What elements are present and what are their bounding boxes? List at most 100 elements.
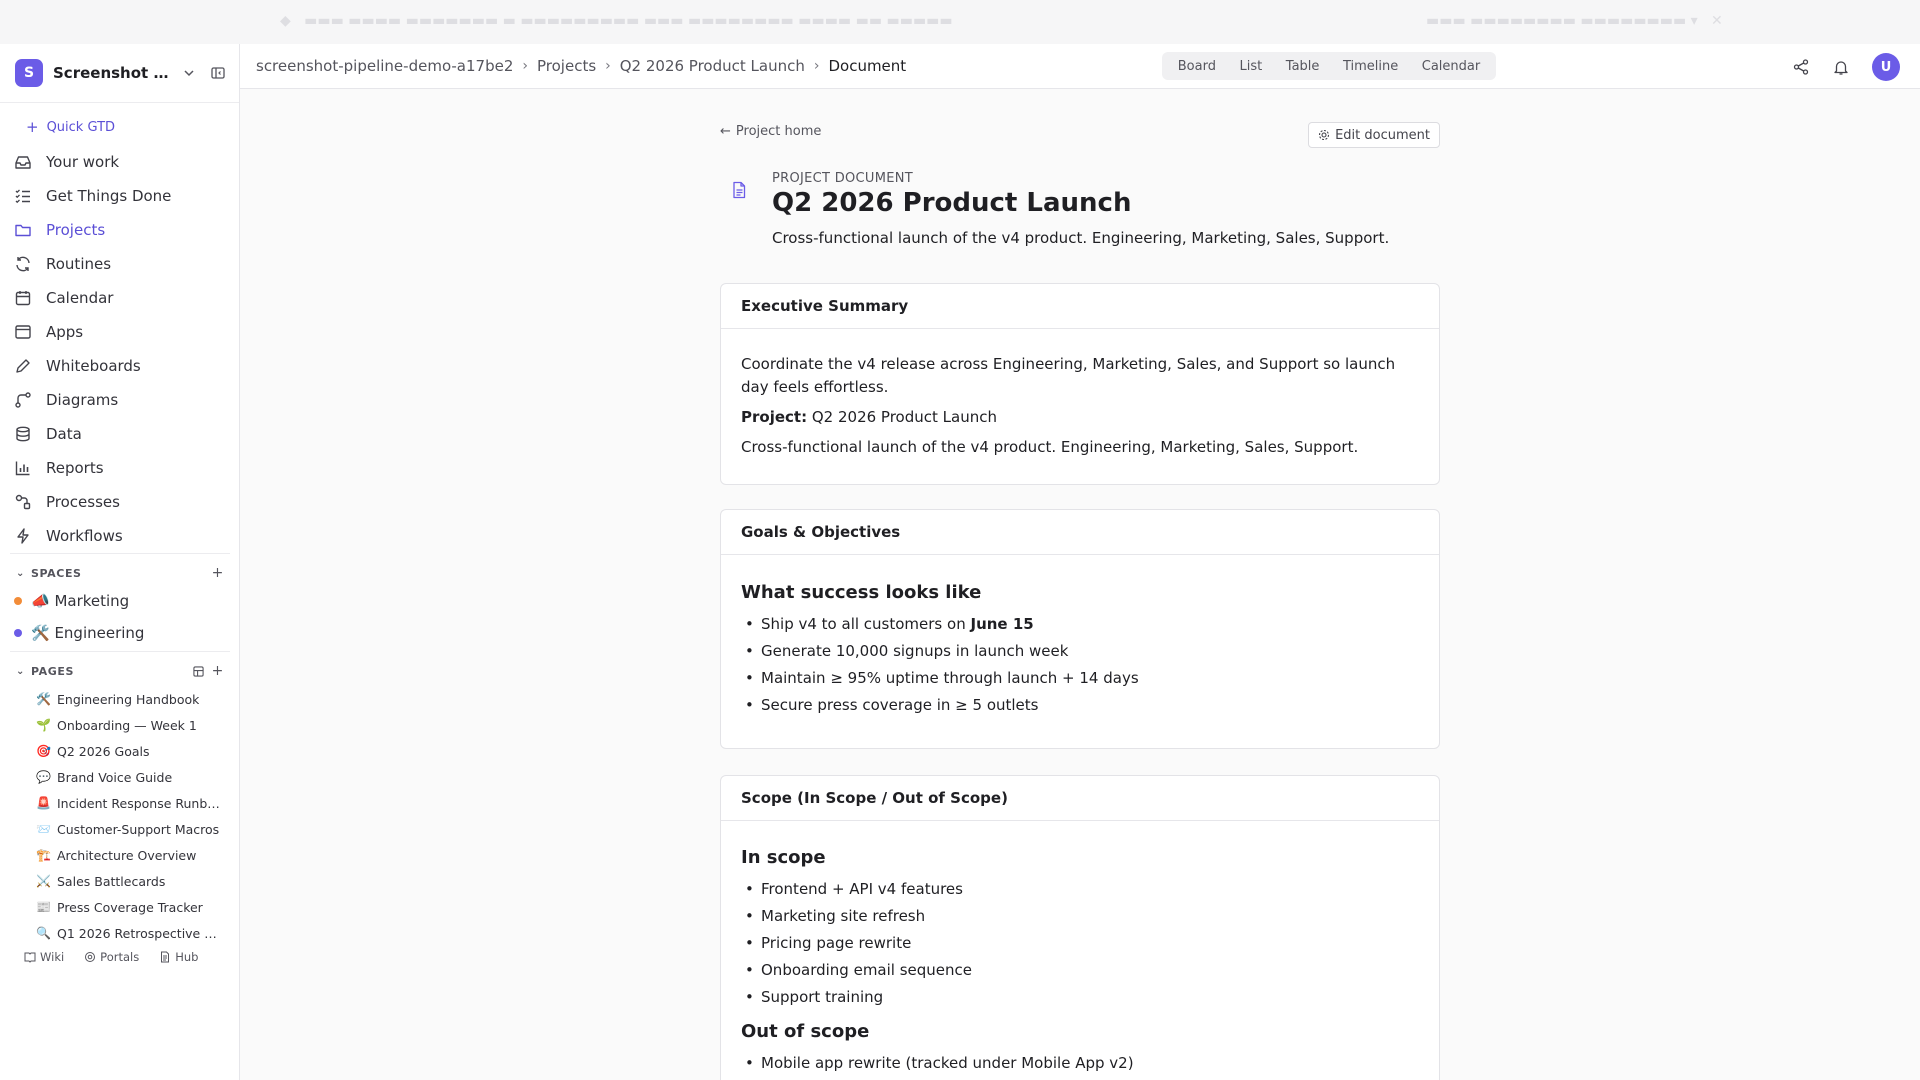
workspace-logo: S (15, 59, 43, 87)
database-icon (16, 426, 30, 442)
page-emoji-icon: 🛠️ (36, 692, 51, 706)
nav-label: Whiteboards (46, 357, 141, 375)
nav-workflows[interactable]: Workflows (14, 519, 234, 553)
bottom-links: Wiki Portals Hub (24, 950, 198, 964)
view-tab-board[interactable]: Board (1178, 59, 1216, 74)
share-icon[interactable] (1792, 58, 1810, 76)
chevron-down-icon[interactable] (181, 65, 197, 81)
space-color-dot (14, 597, 22, 605)
item-text: Ship v4 to all customers on (761, 615, 966, 633)
bell-icon[interactable] (1832, 58, 1850, 76)
nav-label: Routines (46, 255, 112, 273)
nav-label: Diagrams (46, 391, 119, 409)
spaces-header[interactable]: ⌄ SPACES + (16, 565, 224, 581)
nav-get-things-done[interactable]: Get Things Done (14, 179, 234, 213)
avatar[interactable]: U (1872, 53, 1900, 81)
quick-gtd-label: Quick GTD (46, 119, 116, 135)
workspace-switcher[interactable]: S Screenshot Pi... (15, 59, 230, 87)
card-body: Coordinate the v4 release across Enginee… (721, 329, 1439, 484)
sidebar: S Screenshot Pi... + Quick GTD Your work… (0, 44, 240, 1080)
main-nav: Your work Get Things Done Projects Routi… (14, 145, 234, 553)
add-page-button[interactable]: + (212, 663, 224, 679)
list-item: Ship v4 to all customers on June 15 (741, 611, 1419, 638)
nav-whiteboards[interactable]: Whiteboards (14, 349, 234, 383)
executive-summary-card: Executive Summary Coordinate the v4 rele… (720, 283, 1440, 485)
goals-list: Ship v4 to all customers on June 15 Gene… (741, 611, 1419, 719)
folder-icon (15, 224, 31, 237)
nav-diagrams[interactable]: Diagrams (14, 383, 234, 417)
page-item[interactable]: 🚨 Incident Response Runbook (36, 790, 226, 816)
pages-header[interactable]: ⌄ PAGES + (16, 663, 224, 679)
project-home-link[interactable]: ← Project home (720, 124, 821, 139)
top-header: screenshot-pipeline-demo-a17be2 › Projec… (240, 44, 1920, 89)
page-item[interactable]: 🏗️ Architecture Overview (36, 842, 226, 868)
card-title: Goals & Objectives (721, 510, 1439, 555)
nav-label: Workflows (46, 527, 123, 545)
nav-your-work[interactable]: Your work (14, 145, 234, 179)
page-emoji-icon: 🏗️ (36, 848, 51, 862)
page-item[interactable]: 🛠️ Engineering Handbook (36, 686, 226, 712)
page-item[interactable]: 📨 Customer-Support Macros (36, 816, 226, 842)
wiki-label: Wiki (40, 950, 65, 964)
project-home-label: Project home (735, 124, 822, 139)
list-item: Generate 10,000 signups in launch week (741, 638, 1419, 665)
breadcrumb-current: Document (828, 57, 907, 75)
nav-processes[interactable]: Processes (14, 485, 234, 519)
inbox-icon (15, 156, 31, 169)
page-emoji-icon: 📰 (36, 900, 51, 914)
arrow-left-icon: ← (720, 124, 731, 139)
nav-projects[interactable]: Projects (14, 213, 234, 247)
add-space-button[interactable]: + (212, 565, 224, 581)
templates-icon[interactable] (193, 665, 204, 677)
page-emoji-icon: 🎯 (36, 744, 51, 758)
quick-gtd-button[interactable]: + Quick GTD (26, 118, 115, 136)
wiki-link[interactable]: Wiki (24, 950, 64, 964)
nav-data[interactable]: Data (14, 417, 234, 451)
document-subtitle: Cross-functional launch of the v4 produc… (772, 229, 1390, 247)
sidebar-collapse-icon[interactable] (210, 65, 226, 81)
plus-icon: + (26, 118, 39, 136)
page-item[interactable]: 🔍 Q1 2026 Retrospective N... (36, 920, 226, 946)
page-item[interactable]: ⚔️ Sales Battlecards (36, 868, 226, 894)
workspace-name: Screenshot Pi... (53, 64, 171, 82)
page-label: Engineering Handbook (57, 691, 200, 707)
space-color-dot (14, 629, 22, 637)
document-icon (161, 951, 170, 963)
nav-routines[interactable]: Routines (14, 247, 234, 281)
page-label: Q2 2026 Goals (57, 743, 150, 759)
hub-link[interactable]: Hub (159, 950, 198, 964)
breadcrumb-project[interactable]: Q2 2026 Product Launch (620, 57, 805, 75)
paragraph: Coordinate the v4 release across Enginee… (741, 355, 1396, 396)
page-item[interactable]: 💬 Brand Voice Guide (36, 764, 226, 790)
page-label: Press Coverage Tracker (57, 899, 203, 915)
portals-link[interactable]: Portals (84, 950, 139, 964)
nav-reports[interactable]: Reports (14, 451, 234, 485)
nav-calendar[interactable]: Calendar (14, 281, 234, 315)
view-tab-table[interactable]: Table (1286, 59, 1320, 74)
page-emoji-icon: 📨 (36, 822, 51, 836)
nav-apps[interactable]: Apps (14, 315, 234, 349)
book-icon (24, 952, 36, 963)
project-line: Project: Q2 2026 Product Launch (741, 406, 1419, 429)
refresh-icon (16, 256, 30, 272)
view-tab-timeline[interactable]: Timeline (1343, 59, 1398, 74)
page-item[interactable]: 🎯 Q2 2026 Goals (36, 738, 226, 764)
portals-label: Portals (100, 950, 140, 964)
page-emoji-icon: 🌱 (36, 718, 51, 732)
nav-label: Apps (46, 323, 84, 341)
space-marketing[interactable]: 📣 Marketing (14, 589, 129, 613)
breadcrumb-projects[interactable]: Projects (537, 57, 596, 75)
view-tab-list[interactable]: List (1240, 59, 1263, 74)
space-engineering[interactable]: 🛠️ Engineering (14, 621, 144, 645)
calendar-icon (15, 291, 31, 306)
card-title: Scope (In Scope / Out of Scope) (721, 776, 1439, 821)
edit-document-button[interactable]: Edit document (1308, 122, 1440, 148)
view-tab-calendar[interactable]: Calendar (1422, 59, 1480, 74)
pencil-icon (16, 359, 30, 373)
process-icon (15, 494, 31, 510)
space-label: 🛠️ Engineering (31, 624, 145, 642)
page-item[interactable]: 🌱 Onboarding — Week 1 (36, 712, 226, 738)
chevron-right-icon: › (605, 58, 611, 74)
breadcrumb-workspace[interactable]: screenshot-pipeline-demo-a17be2 (256, 57, 513, 75)
page-item[interactable]: 📰 Press Coverage Tracker (36, 894, 226, 920)
